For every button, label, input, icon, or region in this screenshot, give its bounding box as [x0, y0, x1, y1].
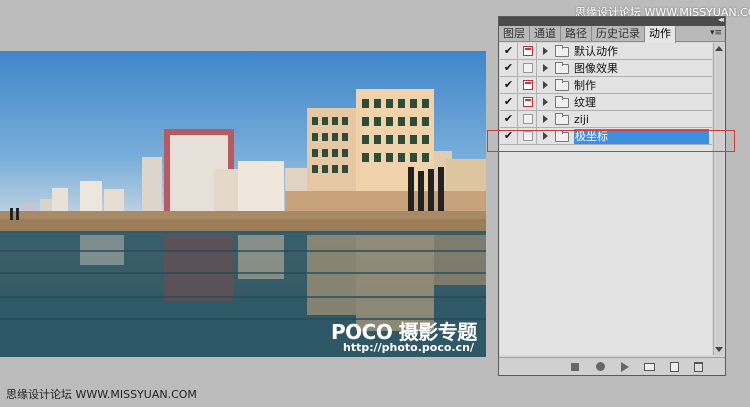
action-set-row[interactable]: ✔ 制作 [500, 77, 712, 94]
scrollbar[interactable] [713, 43, 724, 355]
toggle-dialog[interactable] [519, 43, 537, 60]
action-set-label: 制作 [574, 79, 596, 92]
panel-tabs: 图层 通道 路径 历史记录 动作 ▾≡ [499, 26, 725, 43]
dialog-icon [523, 97, 533, 107]
toggle-dialog[interactable] [519, 60, 537, 77]
toggle-dialog[interactable] [519, 94, 537, 111]
action-set-label: 纹理 [574, 96, 596, 109]
play-icon[interactable] [621, 362, 629, 372]
actions-list: ✔ 默认动作 ✔ 图像效果 ✔ 制作 ✔ 纹理 ✔ ziji ✔ 极坐标 [500, 43, 712, 355]
action-set-row[interactable]: ✔ 默认动作 [500, 43, 712, 60]
scroll-down-icon[interactable] [715, 347, 723, 352]
tab-layers[interactable]: 图层 [499, 26, 530, 42]
tab-history[interactable]: 历史记录 [592, 26, 645, 42]
new-action-icon[interactable] [670, 362, 679, 372]
record-icon[interactable] [596, 362, 605, 371]
dialog-icon [523, 80, 533, 90]
dialog-icon [523, 63, 533, 73]
toggle-dialog[interactable] [519, 111, 537, 128]
folder-icon [555, 96, 569, 108]
folder-icon [555, 79, 569, 91]
photo-scene [0, 89, 486, 357]
folder-icon [555, 62, 569, 74]
action-set-label: 默认动作 [574, 45, 618, 58]
toggle-dialog[interactable] [519, 77, 537, 94]
expand-triangle-icon[interactable] [543, 64, 548, 72]
toggle-item-checkbox[interactable]: ✔ [500, 60, 518, 77]
action-set-row[interactable]: ✔ ziji [500, 111, 712, 128]
dialog-icon [523, 46, 533, 56]
trash-icon[interactable] [694, 362, 703, 372]
scroll-up-icon[interactable] [715, 46, 723, 51]
tab-channels[interactable]: 通道 [530, 26, 561, 42]
toggle-item-checkbox[interactable]: ✔ [500, 77, 518, 94]
action-set-label: 图像效果 [574, 62, 618, 75]
collapse-icon[interactable]: ◂◂ [718, 15, 724, 24]
expand-triangle-icon[interactable] [543, 47, 548, 55]
dialog-icon [523, 114, 533, 124]
actions-panel: ◂◂ 图层 通道 路径 历史记录 动作 ▾≡ ✔ 默认动作 ✔ 图像效果 ✔ 制… [498, 15, 726, 376]
folder-icon [555, 113, 569, 125]
new-set-icon[interactable] [644, 363, 655, 371]
toggle-item-checkbox[interactable]: ✔ [500, 43, 518, 60]
selection-highlight-box [487, 130, 735, 152]
tab-actions[interactable]: 动作 [645, 26, 676, 43]
expand-triangle-icon[interactable] [543, 115, 548, 123]
action-set-row[interactable]: ✔ 图像效果 [500, 60, 712, 77]
toggle-item-checkbox[interactable]: ✔ [500, 111, 518, 128]
expand-triangle-icon[interactable] [543, 81, 548, 89]
stop-icon[interactable] [571, 363, 579, 371]
action-set-label: ziji [574, 113, 589, 126]
beach-city-photo: POCO 摄影专题 http://photo.poco.cn/ [0, 51, 486, 357]
poco-url-text: http://photo.poco.cn/ [343, 341, 474, 354]
panel-menu-icon[interactable]: ▾≡ [709, 27, 723, 39]
action-set-row[interactable]: ✔ 纹理 [500, 94, 712, 111]
expand-triangle-icon[interactable] [543, 98, 548, 106]
folder-icon [555, 45, 569, 57]
panel-bottom-toolbar [499, 357, 725, 375]
watermark-bottom: 思缘设计论坛 WWW.MISSYUAN.COM [6, 388, 197, 401]
toggle-item-checkbox[interactable]: ✔ [500, 94, 518, 111]
tab-paths[interactable]: 路径 [561, 26, 592, 42]
panel-titlebar[interactable]: ◂◂ [499, 15, 725, 26]
